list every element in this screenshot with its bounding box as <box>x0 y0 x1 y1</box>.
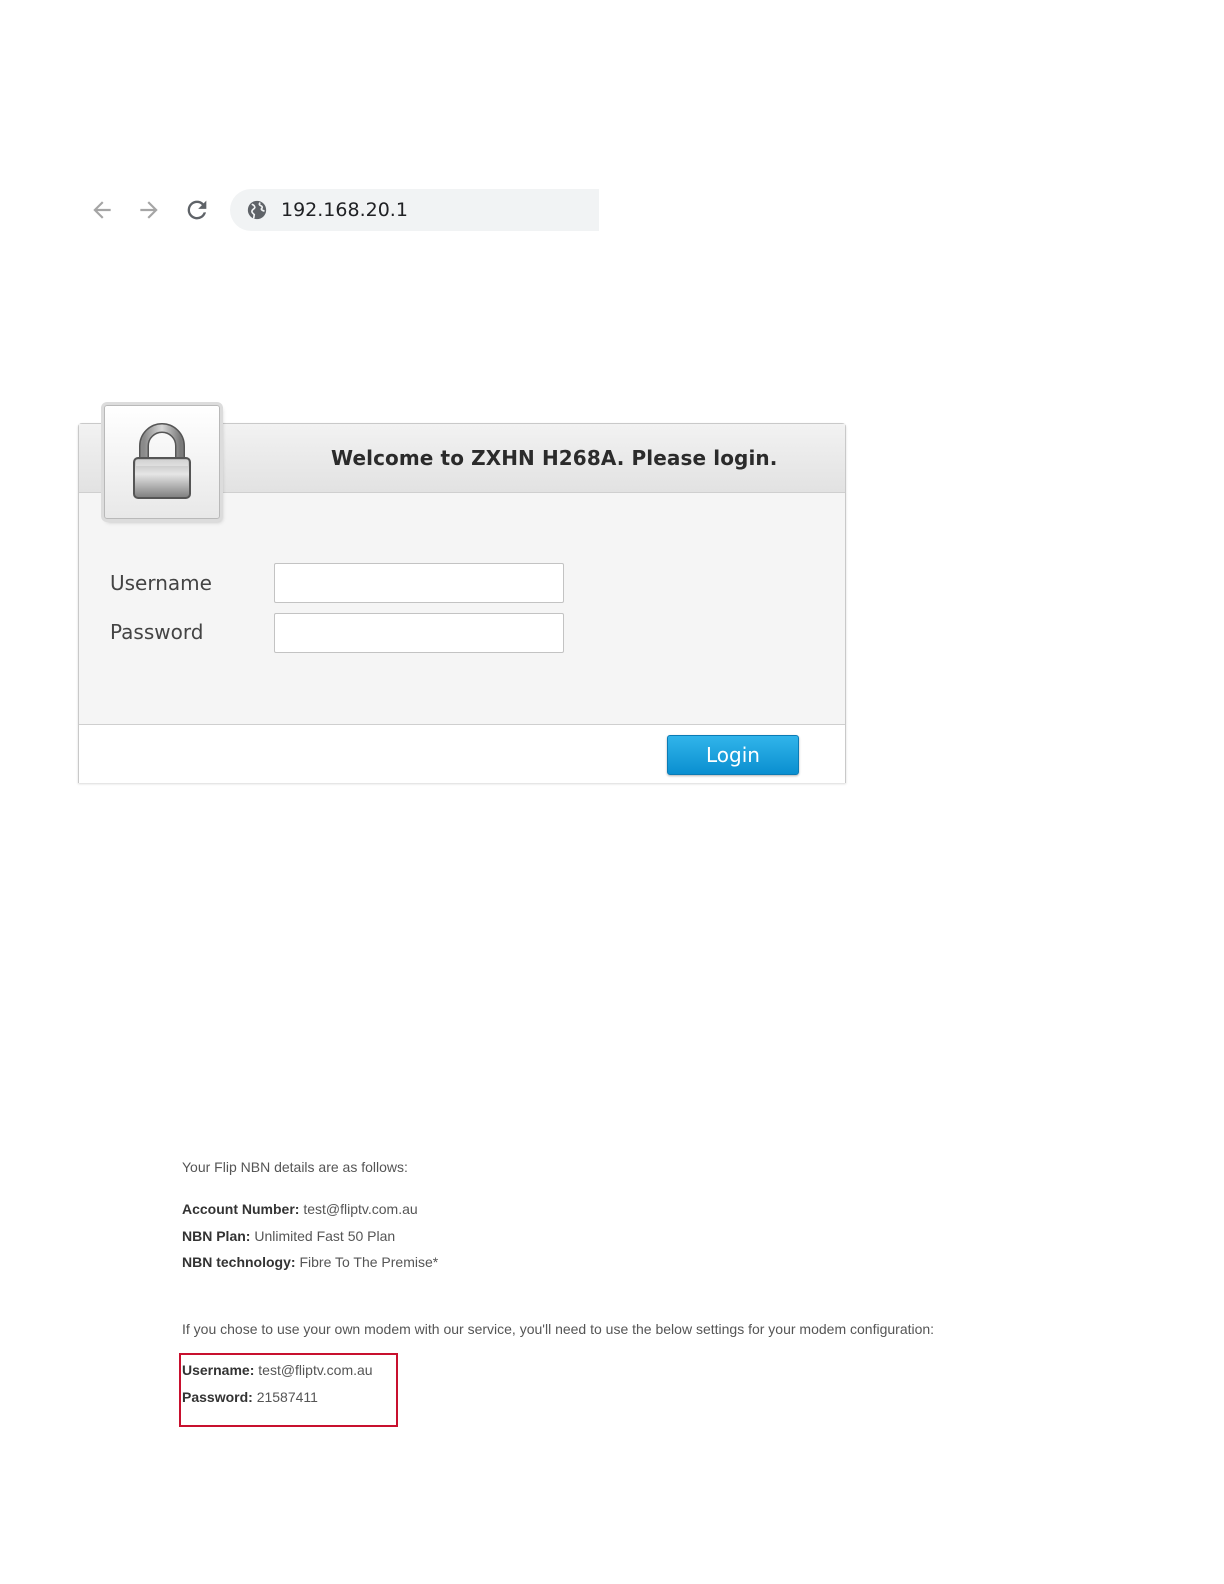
nbn-plan-line: NBN Plan: Unlimited Fast 50 Plan <box>182 1228 395 1244</box>
padlock-icon <box>133 423 191 499</box>
password-label: Password <box>110 620 204 644</box>
username-input[interactable] <box>274 563 564 603</box>
credentials-password-line: Password: 21587411 <box>182 1389 318 1405</box>
password-input[interactable] <box>274 613 564 653</box>
credentials-username-label: Username: <box>182 1362 255 1378</box>
own-modem-text: If you chose to use your own modem with … <box>182 1321 935 1337</box>
nbn-plan-label: NBN Plan: <box>182 1228 251 1244</box>
credentials-password-value: 21587411 <box>256 1389 318 1405</box>
login-button[interactable]: Login <box>667 735 799 775</box>
reload-button[interactable] <box>181 194 213 226</box>
username-label: Username <box>110 571 212 595</box>
nbn-technology-value: Fibre To The Premise* <box>299 1254 439 1270</box>
account-number-value: test@fliptv.com.au <box>303 1201 418 1217</box>
account-number-label: Account Number: <box>182 1201 300 1217</box>
credentials-username-value: test@fliptv.com.au <box>258 1362 373 1378</box>
forward-arrow-icon <box>140 201 158 219</box>
nbn-technology-line: NBN technology: Fibre To The Premise* <box>182 1254 438 1270</box>
url-text: 192.168.20.1 <box>281 199 408 221</box>
login-panel-title: Welcome to ZXHN H268A. Please login. <box>331 446 778 470</box>
back-button[interactable] <box>86 194 118 226</box>
address-bar[interactable]: 192.168.20.1 <box>230 189 599 231</box>
globe-icon <box>247 200 267 220</box>
account-number-line: Account Number: test@fliptv.com.au <box>182 1201 418 1217</box>
credentials-password-label: Password: <box>182 1389 253 1405</box>
forward-button[interactable] <box>133 194 165 226</box>
nbn-technology-label: NBN technology: <box>182 1254 296 1270</box>
email-intro: Your Flip NBN details are as follows: <box>182 1159 408 1175</box>
login-panel-footer: Login <box>79 724 845 783</box>
reload-icon <box>187 200 207 220</box>
credentials-username-line: Username: test@fliptv.com.au <box>182 1362 373 1378</box>
lock-tile <box>104 405 220 519</box>
nbn-plan-value: Unlimited Fast 50 Plan <box>254 1228 396 1244</box>
back-arrow-icon <box>93 201 111 219</box>
